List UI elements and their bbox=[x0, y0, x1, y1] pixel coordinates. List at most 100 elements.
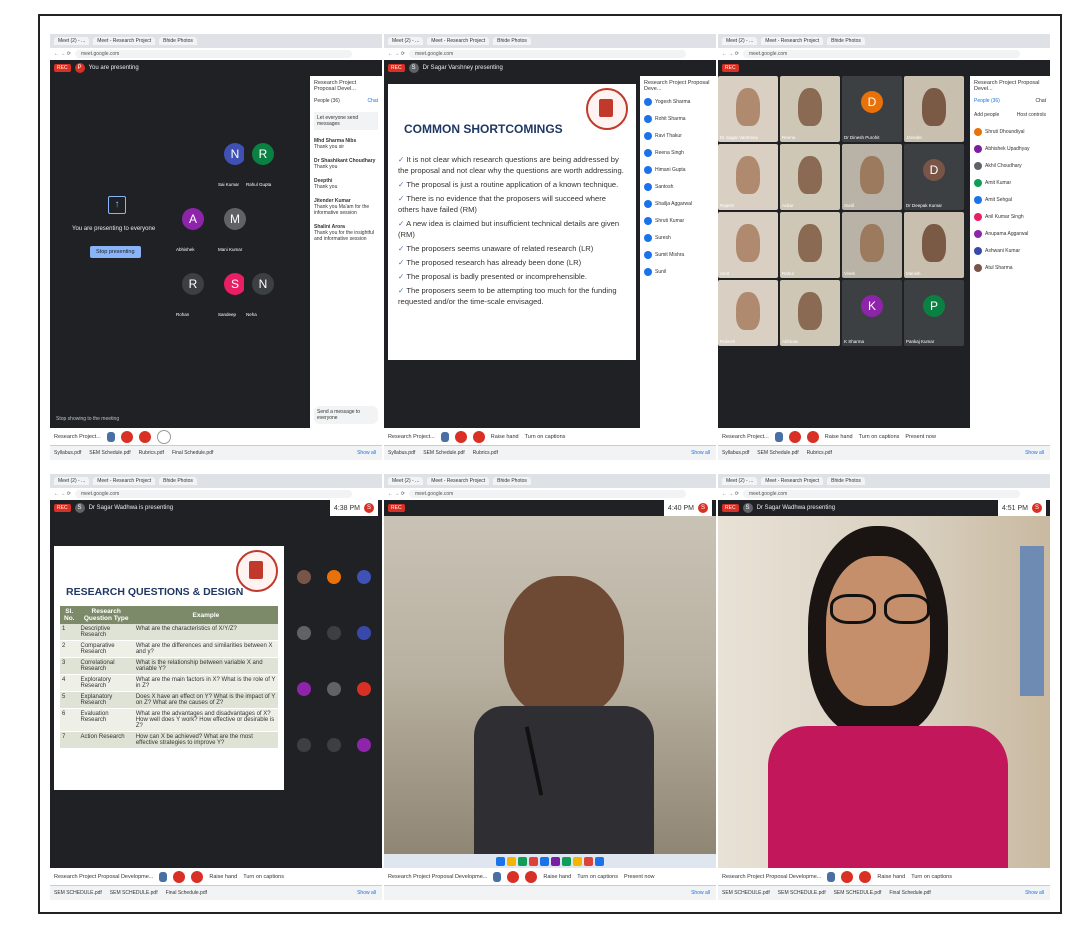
present-button[interactable] bbox=[156, 430, 171, 444]
people-row[interactable]: Sumit Mishra bbox=[644, 251, 712, 259]
camera-off-button[interactable] bbox=[120, 431, 133, 443]
chat-tab[interactable]: Chat bbox=[367, 98, 378, 104]
participant-tile[interactable] bbox=[350, 556, 378, 608]
taskbar-icon[interactable] bbox=[496, 856, 505, 866]
browser-tab[interactable]: Bhide Photos bbox=[493, 477, 531, 485]
add-people-button[interactable]: Add people bbox=[974, 112, 999, 118]
mic-icon[interactable] bbox=[827, 872, 836, 882]
people-row[interactable]: Rohit Sharma bbox=[644, 115, 712, 123]
participant-tile[interactable]: Jitender bbox=[904, 76, 964, 142]
show-all-button[interactable]: Show all bbox=[691, 890, 710, 896]
url-field[interactable]: meet.google.com bbox=[74, 50, 352, 58]
browser-tab[interactable]: Bhide Photos bbox=[159, 37, 197, 45]
people-row[interactable]: Akhil Choudhary bbox=[974, 162, 1046, 170]
chat-input[interactable]: Send a message to everyone bbox=[314, 406, 378, 424]
browser-tab[interactable]: Meet - Research Project bbox=[93, 477, 156, 485]
ctrl-label[interactable]: Raise hand bbox=[209, 874, 237, 880]
people-row[interactable]: Anil Kumar Singh bbox=[974, 213, 1046, 221]
taskbar-icon[interactable] bbox=[562, 856, 571, 866]
taskbar-icon[interactable] bbox=[540, 856, 549, 866]
people-row[interactable]: Shruti Dhoundiyal bbox=[974, 128, 1046, 136]
participant-tile[interactable] bbox=[320, 724, 348, 776]
address-bar[interactable]: ← → ⟳ meet.google.com bbox=[718, 48, 1050, 60]
end-call-button[interactable] bbox=[472, 431, 485, 443]
download-item[interactable]: Rubrics.pdf bbox=[807, 450, 832, 456]
people-row[interactable]: Shailja Aggarwal bbox=[644, 200, 712, 208]
ctrl-label[interactable]: Turn on captions bbox=[911, 874, 952, 880]
people-row[interactable]: Amit Kumar bbox=[974, 179, 1046, 187]
ctrl-label[interactable]: Present now bbox=[905, 434, 936, 440]
download-item[interactable]: SEM Schedule.pdf bbox=[89, 450, 130, 456]
taskbar-icon[interactable] bbox=[518, 856, 527, 866]
taskbar-icon[interactable] bbox=[529, 856, 538, 866]
url-field[interactable]: meet.google.com bbox=[742, 490, 1020, 498]
browser-tab[interactable]: Meet (2) - ... bbox=[722, 477, 758, 485]
download-item[interactable]: SEM SCHEDULE.pdf bbox=[110, 890, 158, 896]
show-all-button[interactable]: Show all bbox=[1025, 450, 1044, 456]
download-item[interactable]: Final Schedule.pdf bbox=[172, 450, 213, 456]
browser-tab[interactable]: Meet (2) - ... bbox=[54, 37, 90, 45]
ctrl-label[interactable]: Turn on captions bbox=[577, 874, 618, 880]
mic-icon[interactable] bbox=[774, 432, 783, 442]
participant-tile[interactable]: D Dr Deepak Kumar bbox=[904, 144, 964, 210]
browser-tab[interactable]: Meet (2) - ... bbox=[722, 37, 758, 45]
download-item[interactable]: Syllabus.pdf bbox=[54, 450, 81, 456]
camera-off-button[interactable] bbox=[173, 871, 186, 883]
participant-tile[interactable] bbox=[290, 668, 318, 720]
browser-tab[interactable]: Meet - Research Project bbox=[427, 477, 490, 485]
people-tab[interactable]: People (36) bbox=[314, 98, 340, 104]
people-tab[interactable]: People (36) bbox=[974, 98, 1000, 104]
people-row[interactable]: Reena Singh bbox=[644, 149, 712, 157]
participant-tile[interactable]: R Rohan bbox=[174, 261, 212, 319]
people-row[interactable]: Amit Sehgal bbox=[974, 196, 1046, 204]
participant-tile[interactable]: N Neha bbox=[244, 261, 282, 319]
address-bar[interactable]: ← → ⟳ meet.google.com bbox=[384, 488, 716, 500]
people-row[interactable]: Himani Gupta bbox=[644, 166, 712, 174]
end-call-button[interactable] bbox=[859, 871, 872, 883]
download-item[interactable]: SEM SCHEDULE.pdf bbox=[778, 890, 826, 896]
browser-tab[interactable]: Meet - Research Project bbox=[761, 37, 824, 45]
taskbar-icon[interactable] bbox=[573, 856, 582, 866]
taskbar-icon[interactable] bbox=[507, 856, 516, 866]
browser-tab[interactable]: Meet (2) - ... bbox=[54, 477, 90, 485]
taskbar-icon[interactable] bbox=[551, 856, 560, 866]
taskbar-icon[interactable] bbox=[584, 856, 593, 866]
download-item[interactable]: SEM Schedule.pdf bbox=[757, 450, 798, 456]
participant-tile[interactable]: A Abhishek bbox=[174, 196, 212, 254]
participant-tile[interactable]: Dr Sagar Varshney bbox=[718, 76, 778, 142]
browser-tab[interactable]: Bhide Photos bbox=[159, 477, 197, 485]
url-field[interactable]: meet.google.com bbox=[408, 50, 686, 58]
download-item[interactable]: Rubrics.pdf bbox=[139, 450, 164, 456]
camera-off-button[interactable] bbox=[454, 431, 467, 443]
download-item[interactable]: SEM Schedule.pdf bbox=[423, 450, 464, 456]
ctrl-label[interactable]: Raise hand bbox=[491, 434, 519, 440]
browser-tab[interactable]: Bhide Photos bbox=[827, 477, 865, 485]
address-bar[interactable]: ← → ⟳ meet.google.com bbox=[50, 48, 382, 60]
browser-tab[interactable]: Meet - Research Project bbox=[761, 477, 824, 485]
participant-tile[interactable]: P Pankaj Kumar bbox=[904, 280, 964, 346]
address-bar[interactable]: ← → ⟳ meet.google.com bbox=[384, 48, 716, 60]
participant-tile[interactable] bbox=[290, 724, 318, 776]
participant-tile[interactable] bbox=[350, 668, 378, 720]
ctrl-label[interactable]: Turn on captions bbox=[525, 434, 566, 440]
download-item[interactable]: Syllabus.pdf bbox=[722, 450, 749, 456]
user-avatar[interactable]: S bbox=[698, 503, 708, 513]
camera-off-button[interactable] bbox=[841, 871, 854, 883]
people-row[interactable]: Shruti Kumar bbox=[644, 217, 712, 225]
browser-tab[interactable]: Bhide Photos bbox=[827, 37, 865, 45]
show-all-button[interactable]: Show all bbox=[357, 890, 376, 896]
browser-tab[interactable]: Meet (2) - ... bbox=[388, 477, 424, 485]
people-row[interactable]: Santosh bbox=[644, 183, 712, 191]
chat-toggle[interactable]: Let everyone send messages bbox=[314, 112, 378, 130]
people-row[interactable]: Anupama Aggarwal bbox=[974, 230, 1046, 238]
stop-presenting-button[interactable]: Stop presenting bbox=[90, 246, 141, 258]
participant-tile[interactable] bbox=[290, 612, 318, 664]
participant-tile[interactable]: Ankur bbox=[780, 144, 840, 210]
download-item[interactable]: Syllabus.pdf bbox=[388, 450, 415, 456]
mic-icon[interactable] bbox=[440, 432, 449, 442]
participant-tile[interactable]: Reena bbox=[780, 76, 840, 142]
show-all-button[interactable]: Show all bbox=[691, 450, 710, 456]
participant-tile[interactable]: K K Sharma bbox=[842, 280, 902, 346]
ctrl-label[interactable]: Raise hand bbox=[877, 874, 905, 880]
end-call-button[interactable] bbox=[138, 431, 151, 443]
